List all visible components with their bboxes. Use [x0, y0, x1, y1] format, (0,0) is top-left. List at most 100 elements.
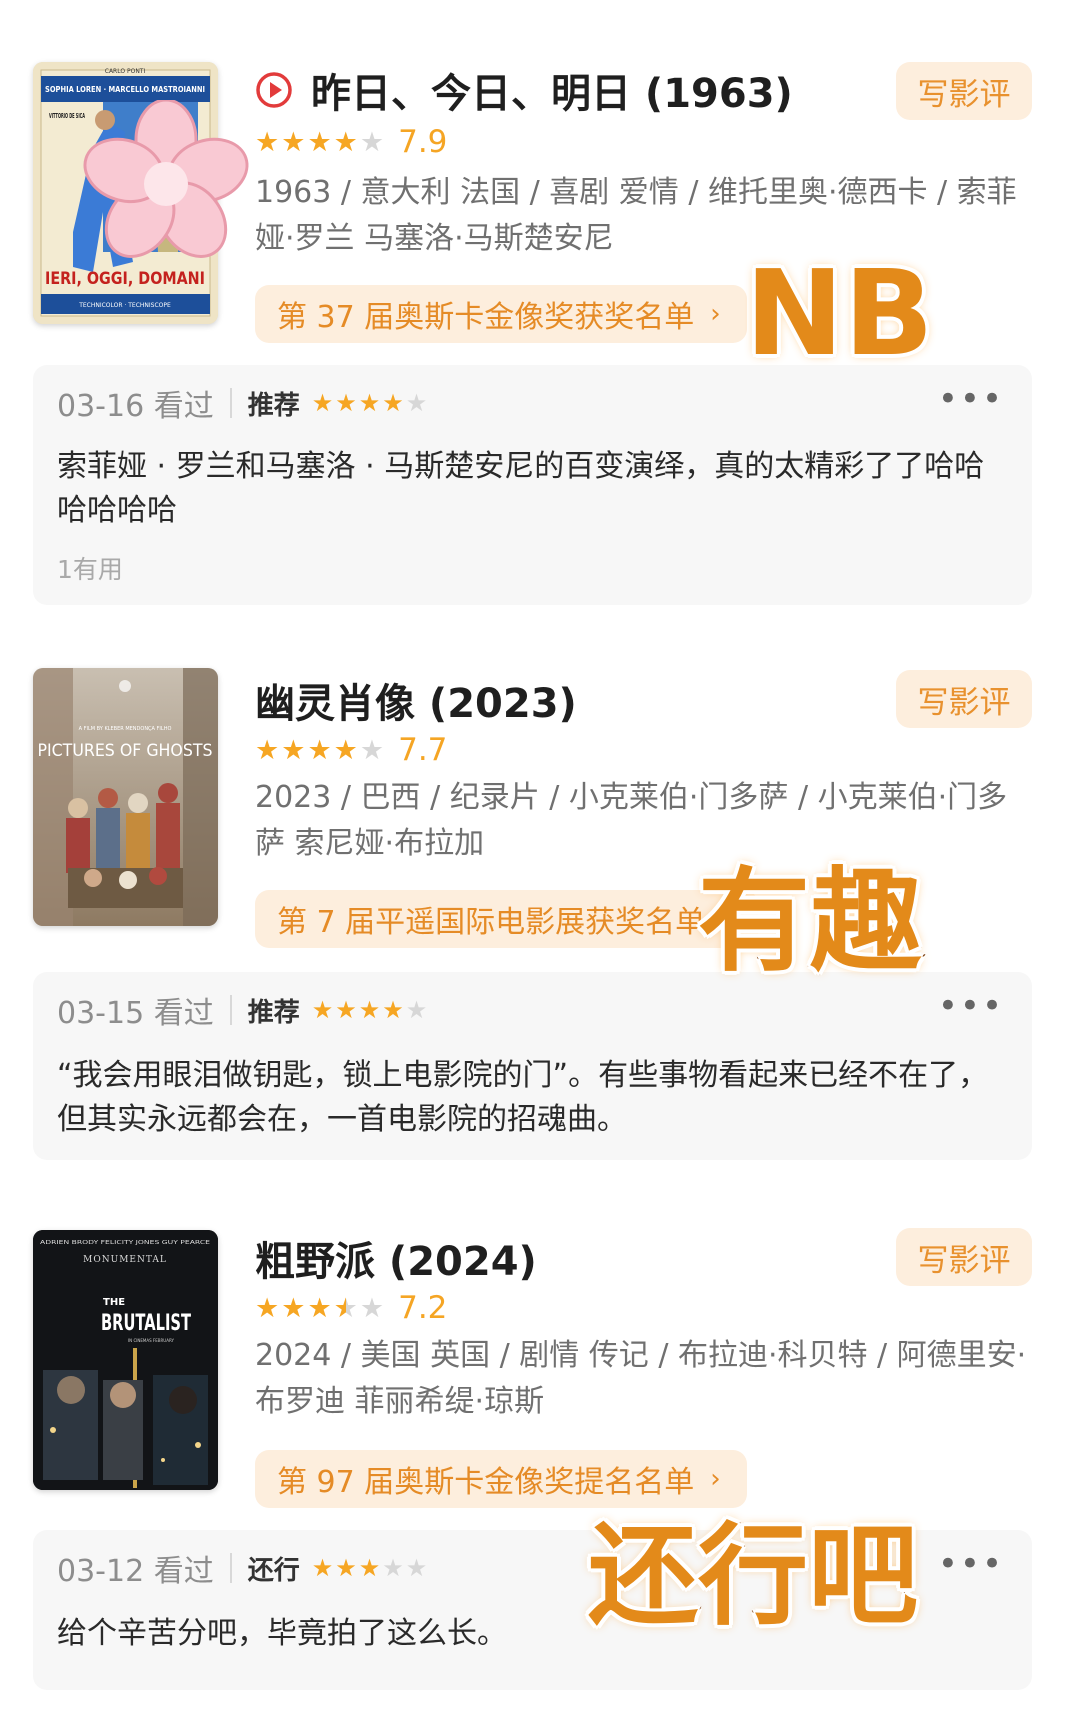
- star-icon: ★: [255, 734, 280, 766]
- movie-title[interactable]: 昨日、今日、明日 (1963): [311, 61, 793, 119]
- rating-row: ★ ★ ★ ★ ★ 7.9: [255, 120, 447, 164]
- chevron-right-icon: ›: [710, 299, 721, 329]
- more-options-icon[interactable]: •••: [938, 379, 1004, 419]
- write-review-button[interactable]: 写影评: [896, 1228, 1032, 1286]
- sticker-text: 还行吧: [586, 1512, 920, 1640]
- poster-title-prefix: THE: [103, 1297, 125, 1308]
- star-icon: ★: [311, 389, 334, 417]
- poster-stars: SOPHIA LOREN · MARCELLO MASTROIANNI: [45, 85, 205, 94]
- review-date: 03-16 看过: [57, 389, 214, 424]
- star-icon: ★: [382, 996, 404, 1024]
- star-icon: ★: [333, 126, 358, 158]
- star-icon: ★: [307, 734, 332, 766]
- award-label: 第 97 届奥斯卡金像奖提名名单: [277, 1465, 695, 1500]
- movie-title[interactable]: 粗野派 (2024): [255, 1229, 537, 1287]
- review-verdict: 还行: [247, 1555, 300, 1586]
- movie-poster[interactable]: A FILM BY KLEBER MENDONÇA FILHO PICTURES…: [33, 668, 218, 926]
- star-icon: ★: [405, 996, 428, 1024]
- star-icon: ★: [382, 389, 404, 417]
- star-icon: ★: [358, 389, 381, 417]
- rating-stars: ★ ★ ★ ★ ★: [255, 1295, 384, 1322]
- title-row: 粗野派 (2024): [255, 1228, 537, 1288]
- flower-sticker: [83, 100, 249, 258]
- movie-meta: 2024 / 美国 英国 / 剧情 传记 / 布拉迪·科贝特 / 阿德里安·布罗…: [255, 1338, 1027, 1419]
- sticker-text: NB: [743, 244, 936, 382]
- movie-poster[interactable]: ADRIEN BRODY FELICITY JONES GUY PEARCE M…: [33, 1230, 218, 1490]
- star-icon: ★: [359, 126, 385, 158]
- star-icon: ★: [405, 1554, 428, 1582]
- star-half-icon: ★: [333, 1292, 358, 1324]
- star-icon: ★: [405, 389, 428, 417]
- rating-stars: ★ ★ ★ ★ ★: [255, 129, 384, 156]
- rating-score: 7.7: [398, 732, 448, 768]
- star-icon: ★: [281, 1292, 306, 1324]
- award-label: 第 7 届平遥国际电影展获奖名单: [277, 905, 706, 940]
- star-icon: ★: [281, 126, 306, 158]
- review-card: 03-16 看过 推荐 ★ ★ ★ ★ ★ ••• 索菲娅 · 罗兰和马塞洛 ·…: [33, 365, 1032, 605]
- star-icon: ★: [359, 1292, 385, 1324]
- star-icon: ★: [358, 1554, 381, 1582]
- rating-score: 7.2: [398, 1290, 448, 1326]
- write-review-button[interactable]: 写影评: [896, 62, 1032, 120]
- star-icon: ★: [382, 1554, 404, 1582]
- sticker-text: 有趣: [696, 857, 924, 987]
- title-row: 幽灵肖像 (2023): [255, 670, 577, 730]
- review-card: 03-15 看过 推荐 ★ ★ ★ ★ ★ ••• “我会用眼泪做钥匙，锁上电影…: [33, 972, 1032, 1160]
- star-icon: ★: [358, 996, 381, 1024]
- poster-title: PICTURES OF GHOSTS: [38, 741, 213, 761]
- divider: [229, 388, 232, 418]
- play-icon[interactable]: [255, 71, 293, 109]
- write-review-button[interactable]: 写影评: [896, 670, 1032, 728]
- star-icon: ★: [335, 389, 357, 417]
- useful-count[interactable]: 1有用: [57, 550, 123, 586]
- star-icon: ★: [307, 126, 332, 158]
- award-link[interactable]: 第 97 届奥斯卡金像奖提名名单 ›: [255, 1450, 747, 1508]
- review-stars: ★ ★ ★ ★ ★: [312, 1556, 428, 1580]
- review-date: 03-15 看过: [57, 996, 214, 1031]
- award-link[interactable]: 第 37 届奥斯卡金像奖获奖名单 ›: [255, 285, 747, 343]
- star-icon: ★: [307, 1292, 332, 1324]
- review-header: 03-15 看过 推荐 ★ ★ ★ ★ ★: [57, 990, 441, 1031]
- review-verdict: 推荐: [247, 390, 300, 421]
- poster-producer: CARLO PONTI: [105, 68, 146, 75]
- star-icon: ★: [311, 996, 334, 1024]
- poster-director: VITTORIO DE SICA: [49, 112, 85, 120]
- poster-tagline: MONUMENTAL: [83, 1255, 167, 1265]
- chevron-right-icon: ›: [710, 1464, 721, 1494]
- star-icon: ★: [359, 734, 385, 766]
- rating-stars: ★ ★ ★ ★ ★: [255, 737, 384, 764]
- star-icon: ★: [333, 734, 358, 766]
- star-icon: ★: [255, 1292, 280, 1324]
- divider: [229, 995, 232, 1025]
- review-header: 03-16 看过 推荐 ★ ★ ★ ★ ★: [57, 383, 441, 424]
- review-header: 03-12 看过 还行 ★ ★ ★ ★ ★: [57, 1548, 441, 1589]
- review-stars: ★ ★ ★ ★ ★: [312, 998, 428, 1022]
- star-icon: ★: [281, 734, 306, 766]
- movie-title[interactable]: 幽灵肖像 (2023): [255, 671, 577, 729]
- divider: [229, 1553, 232, 1583]
- star-icon: ★: [255, 126, 280, 158]
- poster-credits: ADRIEN BRODY FELICITY JONES GUY PEARCE: [40, 1240, 211, 1246]
- more-options-icon[interactable]: •••: [938, 986, 1004, 1026]
- rating-row: ★ ★ ★ ★ ★ 7.7: [255, 728, 447, 772]
- poster-footer: IN CINEMAS FEBRUARY: [128, 1338, 174, 1343]
- rating-row: ★ ★ ★ ★ ★ 7.2: [255, 1286, 447, 1330]
- award-link[interactable]: 第 7 届平遥国际电影展获奖名单 ›: [255, 890, 758, 948]
- star-icon: ★: [335, 996, 357, 1024]
- poster-footer: TECHNICOLOR · TECHNISCOPE: [78, 302, 171, 309]
- review-text[interactable]: “我会用眼泪做钥匙，锁上电影院的门”。有些事物看起来已经不在了，但其实永远都会在…: [57, 1054, 1002, 1142]
- poster-title: BRUTALIST: [101, 1311, 191, 1336]
- title-row: 昨日、今日、明日 (1963): [255, 60, 793, 120]
- movie-meta: 2023 / 巴西 / 纪录片 / 小克莱伯·门多萨 / 小克莱伯·门多萨 索尼…: [255, 780, 1008, 861]
- review-stars: ★ ★ ★ ★ ★: [312, 391, 428, 415]
- more-options-icon[interactable]: •••: [938, 1544, 1004, 1584]
- review-date: 03-12 看过: [57, 1554, 214, 1589]
- poster-credit: A FILM BY KLEBER MENDONÇA FILHO: [79, 726, 172, 732]
- star-icon: ★: [311, 1554, 334, 1582]
- review-text[interactable]: 索菲娅 · 罗兰和马塞洛 · 马斯楚安尼的百变演绎，真的太精彩了了哈哈哈哈哈哈: [57, 445, 1002, 533]
- rating-score: 7.9: [398, 124, 448, 160]
- poster-title: IERI, OGGI, DOMANI: [45, 269, 205, 289]
- star-icon: ★: [335, 1554, 357, 1582]
- review-verdict: 推荐: [247, 997, 300, 1028]
- award-label: 第 37 届奥斯卡金像奖获奖名单: [277, 300, 695, 335]
